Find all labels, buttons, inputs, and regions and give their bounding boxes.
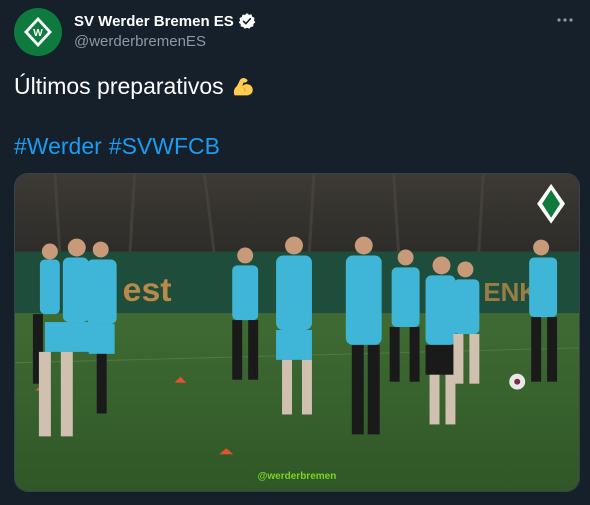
hashtag-svwfcb[interactable]: #SVWFCB bbox=[109, 133, 220, 160]
svg-text:W: W bbox=[33, 28, 43, 39]
tweet-text-content: Últimos preparativos bbox=[14, 72, 224, 99]
tweet-photo[interactable]: est ENK @werderbremen bbox=[14, 173, 580, 492]
werder-logo-icon: W bbox=[24, 17, 52, 47]
more-options-button[interactable] bbox=[554, 10, 576, 30]
hashtags: #Werder #SVWFCB bbox=[14, 133, 220, 160]
banner-text: est bbox=[123, 271, 172, 309]
tweet-text: Últimos preparativos bbox=[14, 72, 258, 100]
avatar[interactable]: W bbox=[14, 8, 62, 56]
author-handle[interactable]: @werderbremenES bbox=[74, 33, 206, 50]
hashtag-werder[interactable]: #Werder bbox=[14, 133, 102, 160]
author-name-row: SV Werder Bremen ES bbox=[74, 12, 256, 30]
more-dots-icon bbox=[557, 18, 573, 22]
verified-badge-icon bbox=[238, 13, 256, 29]
author-display-name[interactable]: SV Werder Bremen ES bbox=[74, 13, 234, 30]
training-photo-image: est ENK bbox=[15, 174, 579, 491]
tweet: W SV Werder Bremen ES @werderbremenES Úl… bbox=[0, 0, 590, 505]
flexed-biceps-icon bbox=[233, 78, 253, 96]
photo-watermark: @werderbremen bbox=[257, 471, 337, 482]
